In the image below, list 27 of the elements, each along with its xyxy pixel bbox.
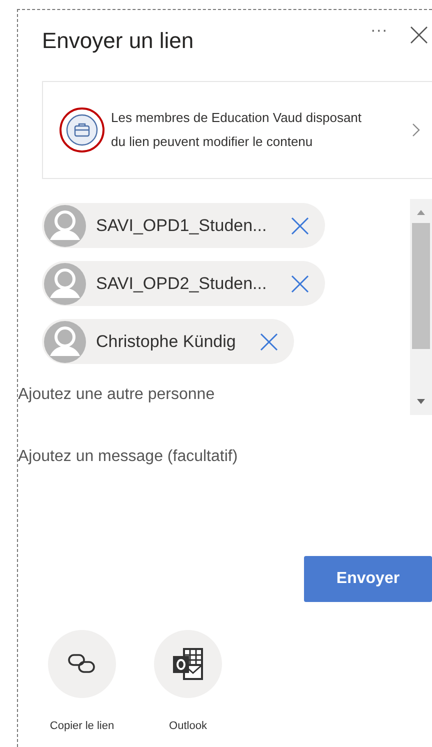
share-label: Copier le lien bbox=[50, 719, 114, 734]
permission-text: Les membres de Education Vaud disposant du lien peuvent modifier le contenu bbox=[111, 109, 363, 151]
chevron-icon bbox=[412, 123, 420, 137]
add-person-field[interactable]: Ajoutez une autre personne bbox=[18, 383, 318, 407]
close-icon bbox=[290, 274, 309, 292]
share-option[interactable]: Copier le lien bbox=[36, 630, 128, 734]
share-label: Outlook bbox=[169, 719, 207, 734]
avatar-icon bbox=[44, 204, 86, 246]
more-button[interactable]: ··· bbox=[370, 20, 388, 42]
message-field[interactable]: Ajoutez un message (facultatif) bbox=[18, 445, 338, 469]
briefcase-icon bbox=[66, 114, 98, 146]
avatar-icon bbox=[44, 262, 86, 304]
recipient-name: Christophe Kündig bbox=[96, 330, 236, 353]
close-icon bbox=[290, 216, 309, 234]
recipient-name: SAVI_OPD1_Studen... bbox=[96, 214, 267, 237]
close-icon bbox=[410, 26, 428, 44]
close-icon bbox=[260, 332, 278, 350]
permission-setting[interactable]: Les membres de Education Vaud disposant du lien peuvent modifier le contenu bbox=[42, 81, 432, 179]
dialog-title: Envoyer un lien bbox=[42, 28, 194, 54]
scrollbar[interactable] bbox=[410, 199, 432, 415]
link-icon bbox=[68, 653, 96, 675]
send-button[interactable]: Envoyer bbox=[304, 556, 432, 602]
share-option[interactable]: Outlook bbox=[142, 630, 234, 734]
highlight-circle bbox=[59, 107, 105, 153]
avatar-icon bbox=[44, 320, 86, 362]
recipient-name: SAVI_OPD2_Studen... bbox=[96, 272, 267, 295]
outlook-icon bbox=[171, 647, 205, 681]
